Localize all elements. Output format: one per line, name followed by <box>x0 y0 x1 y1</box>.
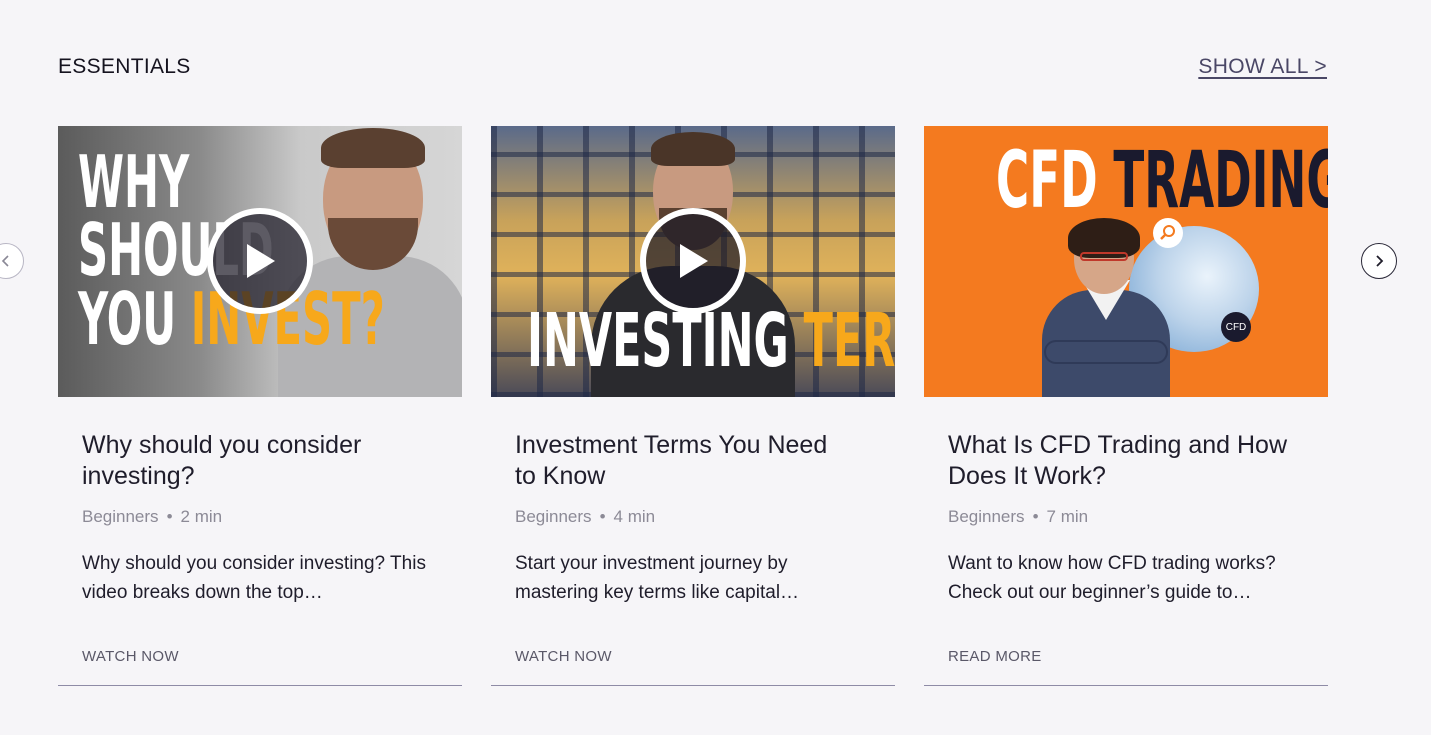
play-button[interactable] <box>640 208 746 314</box>
article-thumbnail[interactable]: CFD TRADING CFD <box>924 126 1328 397</box>
thumbnail-text-line: TRADING <box>1113 136 1328 226</box>
carousel-next-button[interactable] <box>1361 243 1397 279</box>
show-all-link[interactable]: SHOW ALL > <box>1198 55 1327 79</box>
thumbnail-text-line: WHY <box>78 140 190 224</box>
watch-now-link[interactable]: WATCH NOW <box>82 648 179 665</box>
play-button[interactable] <box>207 208 313 314</box>
card-title[interactable]: Investment Terms You Need to Know <box>515 430 835 492</box>
card-meta: Beginners • 7 min <box>948 507 1088 527</box>
card-description: Why should you consider investing? This … <box>82 553 426 603</box>
thumbnail-text-line: YOU <box>78 276 177 361</box>
thumbnail-headline: INVESTING TERMS <box>527 304 895 378</box>
card-duration: 2 min <box>180 507 223 526</box>
separator-dot: • <box>599 507 606 526</box>
thumbnail-text-line: INVESTING <box>527 298 789 384</box>
card-meta: Beginners • 4 min <box>515 507 655 527</box>
card-description: Start your investment journey by masteri… <box>515 553 800 603</box>
play-icon <box>247 244 275 278</box>
thumbnail-headline: CFD TRADING <box>996 142 1328 220</box>
cfd-badge-label: CFD <box>1225 321 1247 333</box>
card-meta: Beginners • 2 min <box>82 507 222 527</box>
carousel-prev-button[interactable] <box>0 243 24 279</box>
chevron-right-icon <box>1376 255 1384 267</box>
presenter-image <box>1036 218 1176 397</box>
chevron-left-icon <box>1 255 9 267</box>
card-duration: 7 min <box>1046 507 1089 526</box>
card-title[interactable]: Why should you consider investing? <box>82 430 402 492</box>
card-category: Beginners <box>82 507 159 526</box>
card-category: Beginners <box>515 507 592 526</box>
card-duration: 4 min <box>613 507 656 526</box>
card-description: Want to know how CFD trading works? Chec… <box>948 553 1276 603</box>
watch-now-link[interactable]: WATCH NOW <box>515 648 612 665</box>
article-card: CFD TRADING CFD What Is CFD Trading and … <box>924 126 1328 686</box>
thumbnail-text-line: CFD <box>996 136 1098 226</box>
card-category: Beginners <box>948 507 1025 526</box>
video-thumbnail[interactable]: WHY SHOULD YOU INVEST? <box>58 126 462 397</box>
thumbnail-text-highlight: TERMS <box>803 298 895 384</box>
separator-dot: • <box>166 507 173 526</box>
article-card: INVESTING TERMS Investment Terms You Nee… <box>491 126 895 686</box>
read-more-link[interactable]: READ MORE <box>948 648 1042 665</box>
card-title[interactable]: What Is CFD Trading and How Does It Work… <box>948 430 1308 492</box>
section-title: ESSENTIALS <box>58 55 191 78</box>
video-thumbnail[interactable]: INVESTING TERMS <box>491 126 895 397</box>
cfd-badge: CFD <box>1221 312 1251 342</box>
article-card: WHY SHOULD YOU INVEST? Why should you co… <box>58 126 462 686</box>
play-icon <box>680 244 708 278</box>
separator-dot: • <box>1032 507 1039 526</box>
